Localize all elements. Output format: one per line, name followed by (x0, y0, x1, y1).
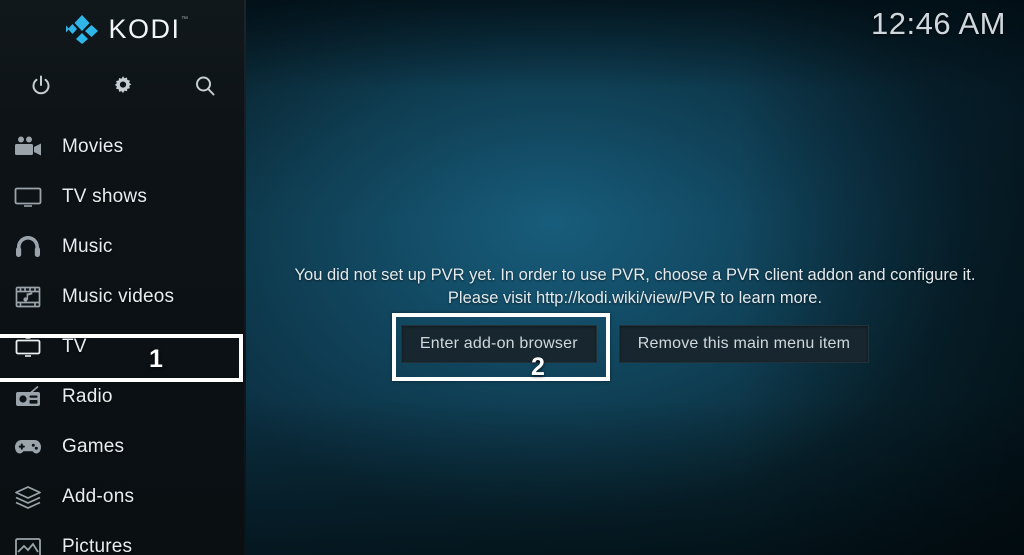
gamepad-icon (12, 431, 44, 463)
search-icon[interactable] (164, 58, 246, 114)
sidebar-item-movies[interactable]: Movies (0, 122, 246, 172)
sidebar-item-label: TV shows (62, 186, 148, 207)
power-icon[interactable] (0, 58, 82, 114)
radio-icon (12, 381, 44, 413)
clock: 12:46 AM (871, 6, 1006, 41)
kodi-logo[interactable]: KODI ™ (0, 0, 246, 58)
movie-camera-icon (12, 131, 44, 163)
sidebar-item-label: Music videos (62, 286, 175, 307)
sidebar-item-label: Music (62, 236, 113, 257)
television-icon (12, 181, 44, 213)
sidebar-divider (244, 0, 246, 555)
top-toolbar (0, 58, 246, 114)
sidebar-item-tv-shows[interactable]: TV shows (0, 172, 246, 222)
annotation-box-2 (392, 313, 610, 381)
sidebar: KODI ™ Movies TV shows Music Music video… (0, 0, 246, 555)
kodi-wordmark: KODI (108, 13, 181, 44)
kodi-logo-mark (65, 14, 99, 44)
trademark-symbol: ™ (181, 15, 190, 23)
remove-this-main-menu-item-button[interactable]: Remove this main menu item (618, 325, 870, 363)
sidebar-item-games[interactable]: Games (0, 422, 246, 472)
sidebar-item-label: Movies (62, 136, 124, 157)
headphones-icon (12, 231, 44, 263)
film-music-icon (12, 281, 44, 313)
gear-icon[interactable] (82, 58, 164, 114)
sidebar-item-label: Add-ons (62, 486, 135, 507)
annotation-number-1: 1 (149, 345, 163, 373)
kodi-home-screen: 12:46 AM KODI ™ Movies TV shows Music Mu… (0, 0, 1024, 555)
addon-box-icon (12, 481, 44, 513)
kodi-logo-text: KODI ™ (108, 13, 188, 45)
pvr-message-line-2: Please visit http://kodi.wiki/view/PVR t… (447, 289, 823, 307)
sidebar-item-music-videos[interactable]: Music videos (0, 272, 246, 322)
sidebar-item-label: Games (62, 436, 125, 457)
sidebar-item-add-ons[interactable]: Add-ons (0, 472, 246, 522)
pictures-icon (12, 531, 44, 555)
action-buttons: Enter add-on browser Remove this main me… (246, 325, 1024, 363)
sidebar-item-pictures[interactable]: Pictures (0, 522, 246, 555)
main-content: You did not set up PVR yet. In order to … (246, 0, 1024, 555)
annotation-box-1 (0, 334, 243, 382)
sidebar-item-music[interactable]: Music (0, 222, 246, 272)
pvr-setup-message: You did not set up PVR yet. In order to … (246, 264, 1024, 310)
sidebar-item-label: Pictures (62, 536, 133, 555)
pvr-message-line-1: You did not set up PVR yet. In order to … (294, 266, 976, 284)
sidebar-item-label: Radio (62, 386, 113, 407)
annotation-number-2: 2 (531, 353, 545, 381)
